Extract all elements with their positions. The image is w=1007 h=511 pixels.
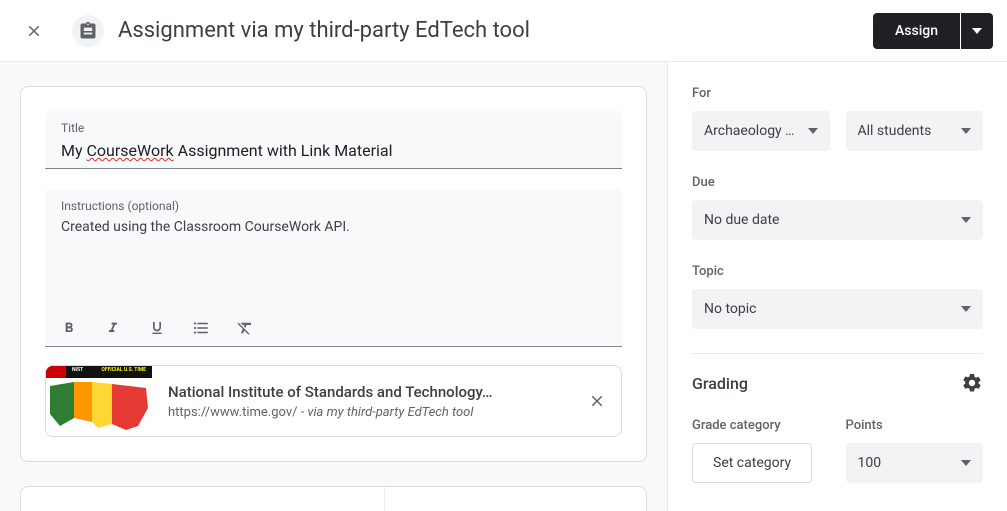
- bulleted-list-button[interactable]: [191, 318, 211, 338]
- grading-settings-button[interactable]: [961, 372, 983, 394]
- bold-icon: [61, 320, 77, 336]
- grading-label: Grading: [692, 374, 748, 393]
- assign-button-group: Assign: [873, 13, 993, 49]
- instructions-field[interactable]: Instructions (optional) Created using th…: [45, 189, 622, 309]
- set-category-button[interactable]: Set category: [692, 443, 812, 483]
- instructions-label: Instructions (optional): [61, 199, 606, 213]
- underline-icon: [149, 320, 165, 336]
- caret-down-icon: [961, 128, 971, 134]
- attachment-title: National Institute of Standards and Tech…: [168, 383, 557, 401]
- underline-button[interactable]: [147, 318, 167, 338]
- due-date-select[interactable]: No due date: [692, 200, 983, 240]
- close-icon: [588, 392, 606, 410]
- assignment-card: Title My CourseWork Assignment with Link…: [20, 86, 647, 462]
- topic-select[interactable]: No topic: [692, 289, 983, 329]
- points-label: Points: [846, 418, 984, 433]
- close-icon: [25, 22, 43, 40]
- list-icon: [192, 319, 210, 337]
- italic-icon: [105, 320, 121, 336]
- attachment-body: National Institute of Standards and Tech…: [152, 383, 573, 420]
- assignment-icon: [78, 21, 98, 41]
- assignment-type-icon-wrap: [72, 15, 104, 47]
- caret-down-icon: [961, 217, 971, 223]
- grade-category-label: Grade category: [692, 418, 830, 433]
- attachment-subtitle: https://www.time.gov/ - via my third-par…: [168, 405, 557, 420]
- usa-map-icon: [46, 378, 152, 437]
- close-button[interactable]: [14, 11, 54, 51]
- assign-button[interactable]: Assign: [873, 13, 960, 49]
- main-editor-panel: Title My CourseWork Assignment with Link…: [0, 62, 668, 511]
- caret-down-icon: [961, 306, 971, 312]
- sidebar: For Archaeology … All students Due No du…: [668, 62, 1007, 511]
- formatting-toolbar: [45, 309, 622, 347]
- clear-format-icon: [236, 319, 254, 337]
- due-label: Due: [692, 175, 983, 190]
- clear-formatting-button[interactable]: [235, 318, 255, 338]
- italic-button[interactable]: [103, 318, 123, 338]
- assign-dropdown-button[interactable]: [961, 13, 993, 49]
- gear-icon: [961, 372, 983, 394]
- caret-down-icon: [808, 128, 818, 134]
- spellcheck-word: CourseWork: [87, 141, 174, 160]
- page-title: Assignment via my third-party EdTech too…: [118, 18, 873, 43]
- caret-down-icon: [961, 460, 971, 466]
- students-select[interactable]: All students: [846, 111, 984, 151]
- header: Assignment via my third-party EdTech too…: [0, 0, 1007, 62]
- bold-button[interactable]: [59, 318, 79, 338]
- class-select[interactable]: Archaeology …: [692, 111, 830, 151]
- attachment-remove-button[interactable]: [573, 366, 621, 436]
- footer-tabs: [20, 486, 647, 511]
- attachment-card[interactable]: NIST OFFICIAL U.S. TIME National Institu…: [45, 365, 622, 437]
- title-input[interactable]: My CourseWork Assignment with Link Mater…: [61, 141, 606, 160]
- title-label: Title: [61, 121, 606, 135]
- for-label: For: [692, 86, 983, 101]
- title-field[interactable]: Title My CourseWork Assignment with Link…: [45, 111, 622, 169]
- topic-label: Topic: [692, 264, 983, 279]
- attachment-thumbnail: NIST OFFICIAL U.S. TIME: [46, 366, 152, 436]
- points-select[interactable]: 100: [846, 443, 984, 483]
- caret-down-icon: [972, 28, 982, 34]
- instructions-input[interactable]: Created using the Classroom CourseWork A…: [61, 219, 606, 309]
- grading-header: Grading: [692, 353, 983, 394]
